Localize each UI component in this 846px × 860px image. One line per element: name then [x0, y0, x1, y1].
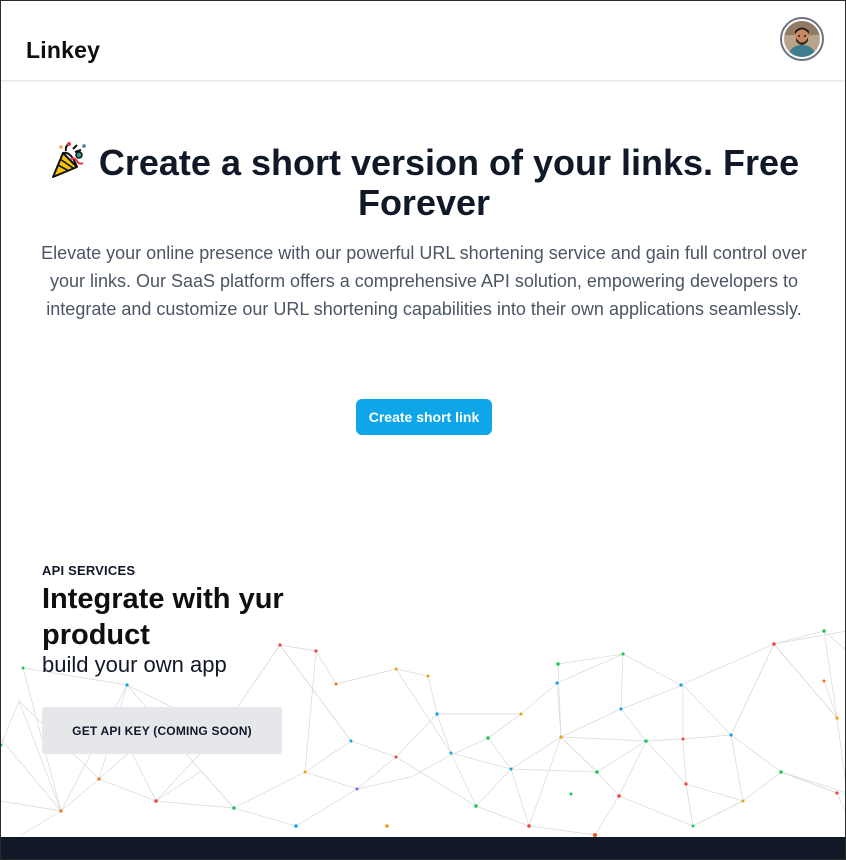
get-api-key-button[interactable]: GET API KEY (COMING SOON) [42, 707, 282, 754]
page-frame: Linkey Create a short version of your li… [0, 0, 846, 860]
hero-description: Elevate your online presence with our po… [41, 243, 807, 319]
party-popper-icon [51, 142, 86, 178]
api-section-title: Integrate with yur product [42, 583, 284, 651]
brand-logo[interactable]: Linkey [26, 37, 100, 64]
top-navbar: Linkey [1, 1, 845, 81]
avatar-icon [784, 21, 820, 57]
hero-title-text: Create a short version of your links. Fr… [98, 142, 800, 223]
footer-bar [1, 837, 845, 859]
api-section-subtitle: build your own app [42, 652, 227, 677]
hero-title: Create a short version of your links. Fr… [31, 141, 817, 223]
api-section-eyebrow: API SERVICES [42, 563, 136, 578]
user-avatar[interactable] [780, 17, 824, 61]
create-short-link-button[interactable]: Create short link [356, 399, 492, 435]
